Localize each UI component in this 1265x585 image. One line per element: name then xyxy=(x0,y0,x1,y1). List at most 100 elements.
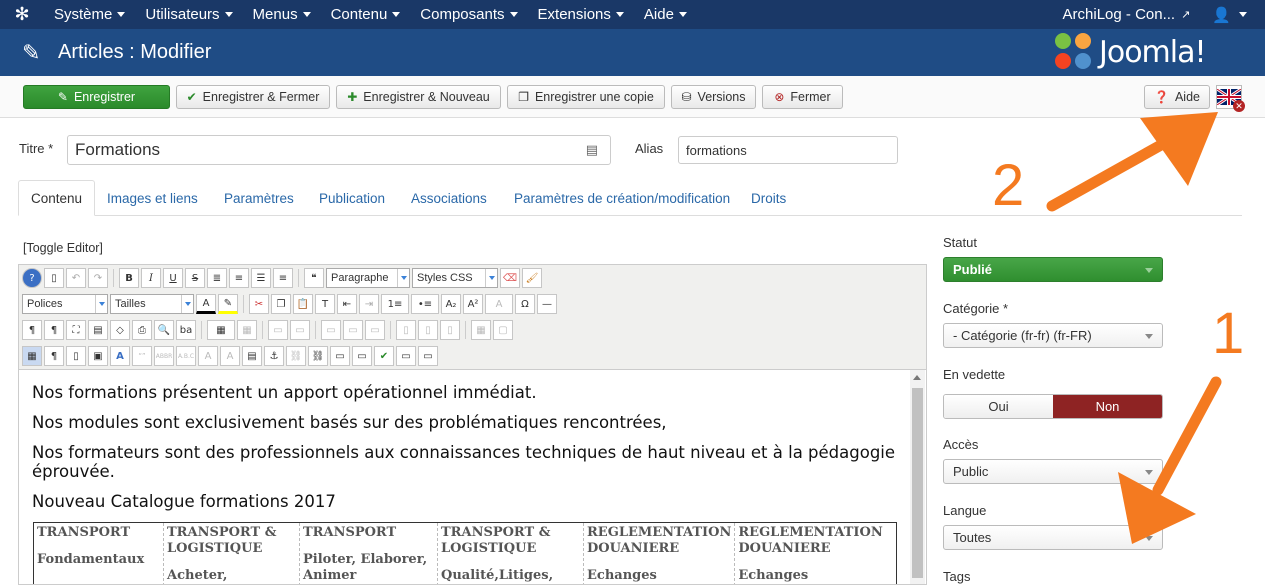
delete-table-icon[interactable]: ▦ xyxy=(237,320,257,340)
redo-icon[interactable]: ↷ xyxy=(88,268,108,288)
char-map-disabled-icon[interactable]: A xyxy=(485,294,513,314)
fullscreen-icon[interactable]: ⛶ xyxy=(66,320,86,340)
tab-droits[interactable]: Droits xyxy=(751,180,786,216)
omega-icon[interactable]: Ω xyxy=(515,294,535,314)
menu-contenu[interactable]: Contenu xyxy=(321,6,411,23)
split-cells-icon[interactable]: ▦ xyxy=(471,320,491,340)
save-button[interactable]: ✎ Enregistrer xyxy=(23,85,170,109)
status-select[interactable]: Publié xyxy=(943,257,1163,282)
blockquote-icon[interactable]: ❝ xyxy=(304,268,324,288)
layer-icon[interactable]: ▣ xyxy=(88,346,108,366)
format-select[interactable]: Paragraphe xyxy=(326,268,410,288)
undo-icon[interactable]: ↶ xyxy=(66,268,86,288)
read-more-icon[interactable]: ▭ xyxy=(418,346,438,366)
eraser-icon[interactable]: ⌫ xyxy=(500,268,520,288)
underline-icon[interactable]: U xyxy=(163,268,183,288)
link-icon[interactable]: ⛓ xyxy=(308,346,328,366)
versions-button[interactable]: ⛁ Versions xyxy=(671,85,756,109)
spellcheck-icon[interactable]: ✔ xyxy=(374,346,394,366)
ltr-icon[interactable]: ¶ xyxy=(22,320,42,340)
styles-select[interactable]: Styles CSS xyxy=(412,268,498,288)
tab-publication[interactable]: Publication xyxy=(319,180,385,216)
delete-col-icon[interactable]: ▯ xyxy=(440,320,460,340)
row-before-icon[interactable]: ▭ xyxy=(321,320,341,340)
tab-associations[interactable]: Associations xyxy=(411,180,487,216)
font-select[interactable]: Polices xyxy=(22,294,108,314)
site-link[interactable]: ArchiLog - Con... ↗ xyxy=(1063,6,1191,23)
print-icon[interactable]: ⎙ xyxy=(132,320,152,340)
page-break-icon[interactable]: ▭ xyxy=(396,346,416,366)
language-select[interactable]: Toutes xyxy=(943,525,1163,550)
menu-systeme[interactable]: Système xyxy=(44,6,135,23)
abbr-icon[interactable]: ABBR xyxy=(154,346,174,366)
editor-scrollbar[interactable] xyxy=(910,370,925,584)
save-close-button[interactable]: ✔ Enregistrer & Fermer xyxy=(176,85,330,109)
col-after-icon[interactable]: ▯ xyxy=(418,320,438,340)
menu-extensions[interactable]: Extensions xyxy=(528,6,634,23)
delete-row-icon[interactable]: ▭ xyxy=(365,320,385,340)
title-input[interactable]: Formations ▤ xyxy=(67,135,611,165)
featured-no-button[interactable]: Non xyxy=(1053,395,1162,418)
anchor-icon[interactable]: ⚓ xyxy=(264,346,284,366)
cell-props-icon[interactable]: ▭ xyxy=(290,320,310,340)
insert-file-icon[interactable]: ▯ xyxy=(66,346,86,366)
tab-images-liens[interactable]: Images et liens xyxy=(107,180,198,216)
align-left-icon[interactable]: ☰ xyxy=(251,268,271,288)
show-blocks-icon[interactable]: ¶ xyxy=(44,346,64,366)
visual-aid-icon[interactable]: ▦ xyxy=(22,346,42,366)
help-icon[interactable]: ? xyxy=(22,268,42,288)
cite-icon[interactable]: “” xyxy=(132,346,152,366)
copy-icon[interactable]: ❐ xyxy=(271,294,291,314)
italic-icon[interactable]: I xyxy=(141,268,161,288)
align-right-icon[interactable]: ≡ xyxy=(273,268,293,288)
indent-icon[interactable]: ⇥ xyxy=(359,294,379,314)
del-icon[interactable]: A xyxy=(198,346,218,366)
new-document-icon[interactable]: ▯ xyxy=(44,268,64,288)
style-icon[interactable]: A xyxy=(110,346,130,366)
template-icon[interactable]: ▤ xyxy=(88,320,108,340)
row-props-icon[interactable]: ▭ xyxy=(268,320,288,340)
replace-icon[interactable]: ba xyxy=(176,320,196,340)
align-center-icon[interactable]: ≡ xyxy=(229,268,249,288)
bold-icon[interactable]: B xyxy=(119,268,139,288)
acronym-icon[interactable]: A.B.C xyxy=(176,346,196,366)
paste-text-icon[interactable]: T xyxy=(315,294,335,314)
justify-icon[interactable]: ≣ xyxy=(207,268,227,288)
featured-yes-button[interactable]: Oui xyxy=(944,395,1053,418)
help-button[interactable]: ❓ Aide xyxy=(1144,85,1210,109)
col-before-icon[interactable]: ▯ xyxy=(396,320,416,340)
strikethrough-icon[interactable]: S xyxy=(185,268,205,288)
language-flag-icon[interactable]: ✕ xyxy=(1216,85,1245,112)
row-after-icon[interactable]: ▭ xyxy=(343,320,363,340)
search-icon[interactable]: 🔍 xyxy=(154,320,174,340)
text-color-icon[interactable]: A xyxy=(196,294,216,314)
scrollbar-thumb[interactable] xyxy=(912,388,923,578)
tab-creation-params[interactable]: Paramètres de création/modification xyxy=(514,180,730,216)
subscript-icon[interactable]: A₂ xyxy=(441,294,461,314)
user-menu[interactable]: 👤 xyxy=(1212,6,1247,24)
access-select[interactable]: Public xyxy=(943,459,1163,484)
paste-icon[interactable]: 📋 xyxy=(293,294,313,314)
superscript-icon[interactable]: A² xyxy=(463,294,483,314)
table-icon[interactable]: ▦ xyxy=(207,320,235,340)
rtl-icon[interactable]: ¶ xyxy=(44,320,64,340)
size-select[interactable]: Tailles xyxy=(110,294,194,314)
image-icon[interactable]: ▭ xyxy=(330,346,350,366)
save-copy-button[interactable]: ❐ Enregistrer une copie xyxy=(507,85,665,109)
save-new-button[interactable]: ✚ Enregistrer & Nouveau xyxy=(336,85,501,109)
menu-menus[interactable]: Menus xyxy=(243,6,321,23)
outdent-icon[interactable]: ⇤ xyxy=(337,294,357,314)
alias-input[interactable]: formations xyxy=(678,136,898,164)
toggle-editor-link[interactable]: [Toggle Editor] xyxy=(23,241,103,255)
brush-icon[interactable]: 🖌 xyxy=(522,268,542,288)
close-button[interactable]: ⊗ Fermer xyxy=(762,85,843,109)
tab-contenu[interactable]: Contenu xyxy=(18,180,96,216)
ordered-list-icon[interactable]: 1≡ xyxy=(381,294,409,314)
ins-icon[interactable]: A xyxy=(220,346,240,366)
scroll-up-icon[interactable] xyxy=(913,375,921,380)
menu-aide[interactable]: Aide xyxy=(634,6,697,23)
editor-content[interactable]: Nos formations présentent un apport opér… xyxy=(18,370,927,585)
category-select[interactable]: - Catégorie (fr-fr) (fr-FR) xyxy=(943,323,1163,348)
cut-icon[interactable]: ✂ xyxy=(249,294,269,314)
menu-utilisateurs[interactable]: Utilisateurs xyxy=(135,6,242,23)
